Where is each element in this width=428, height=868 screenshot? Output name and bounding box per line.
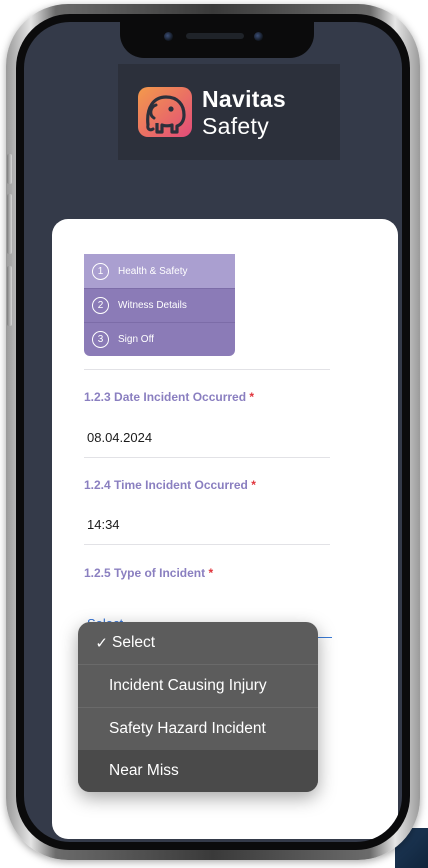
option-label: Incident Causing Injury xyxy=(109,677,267,694)
required-marker: * xyxy=(251,478,256,492)
required-marker: * xyxy=(249,390,255,404)
date-field-label: 1.2.3 Date Incident Occurred * xyxy=(84,390,254,404)
speaker-grille xyxy=(186,33,244,39)
elephant-logo-icon xyxy=(138,87,192,137)
step-label: Witness Details xyxy=(118,300,187,311)
time-field-label: 1.2.4 Time Incident Occurred * xyxy=(84,478,256,492)
incident-type-dropdown: ✓ Select Incident Causing Injury Safety … xyxy=(78,622,318,792)
option-label: Safety Hazard Incident xyxy=(109,720,266,737)
dropdown-option-incident-causing-injury[interactable]: Incident Causing Injury xyxy=(78,665,318,707)
step-health-safety[interactable]: 1 Health & Safety xyxy=(84,254,235,288)
dropdown-option-select[interactable]: ✓ Select xyxy=(78,622,318,664)
logo-panel: Navitas Safety xyxy=(118,64,340,160)
dropdown-option-safety-hazard-incident[interactable]: Safety Hazard Incident xyxy=(78,708,318,750)
notch xyxy=(120,22,314,58)
time-label-text: 1.2.4 Time Incident Occurred xyxy=(84,478,248,492)
step-label: Sign Off xyxy=(118,334,154,345)
date-input[interactable]: 08.04.2024 xyxy=(87,430,152,445)
field-underline xyxy=(84,457,330,458)
dropdown-option-near-miss[interactable]: Near Miss xyxy=(78,750,318,792)
incident-type-label: 1.2.5 Type of Incident * xyxy=(84,566,213,580)
step-witness-details[interactable]: 2 Witness Details xyxy=(84,288,235,322)
front-camera-icon xyxy=(164,32,173,41)
step-label: Health & Safety xyxy=(118,265,188,277)
checkmark-icon: ✓ xyxy=(95,635,108,652)
step-number-badge: 2 xyxy=(92,297,109,314)
volume-up-button xyxy=(7,194,12,254)
sensor-icon xyxy=(254,32,263,41)
option-label: Select xyxy=(112,634,156,651)
step-number-badge: 1 xyxy=(92,262,109,280)
brand-subtitle: Safety xyxy=(202,113,270,139)
step-number-badge: 3 xyxy=(92,331,109,348)
date-label-text: 1.2.3 Date Incident Occurred xyxy=(84,390,247,404)
time-input[interactable]: 14:34 xyxy=(87,517,120,532)
stepper: 1 Health & Safety 2 Witness Details 3 Si… xyxy=(84,254,235,356)
field-underline xyxy=(84,544,330,545)
section-divider xyxy=(84,369,330,370)
volume-down-button xyxy=(7,266,12,326)
step-sign-off[interactable]: 3 Sign Off xyxy=(84,322,235,356)
brand-name: Navitas xyxy=(202,86,286,112)
mute-switch xyxy=(7,154,12,184)
incident-type-label-text: 1.2.5 Type of Incident xyxy=(84,566,206,580)
option-label: Near Miss xyxy=(109,762,179,779)
required-marker: * xyxy=(208,566,214,580)
